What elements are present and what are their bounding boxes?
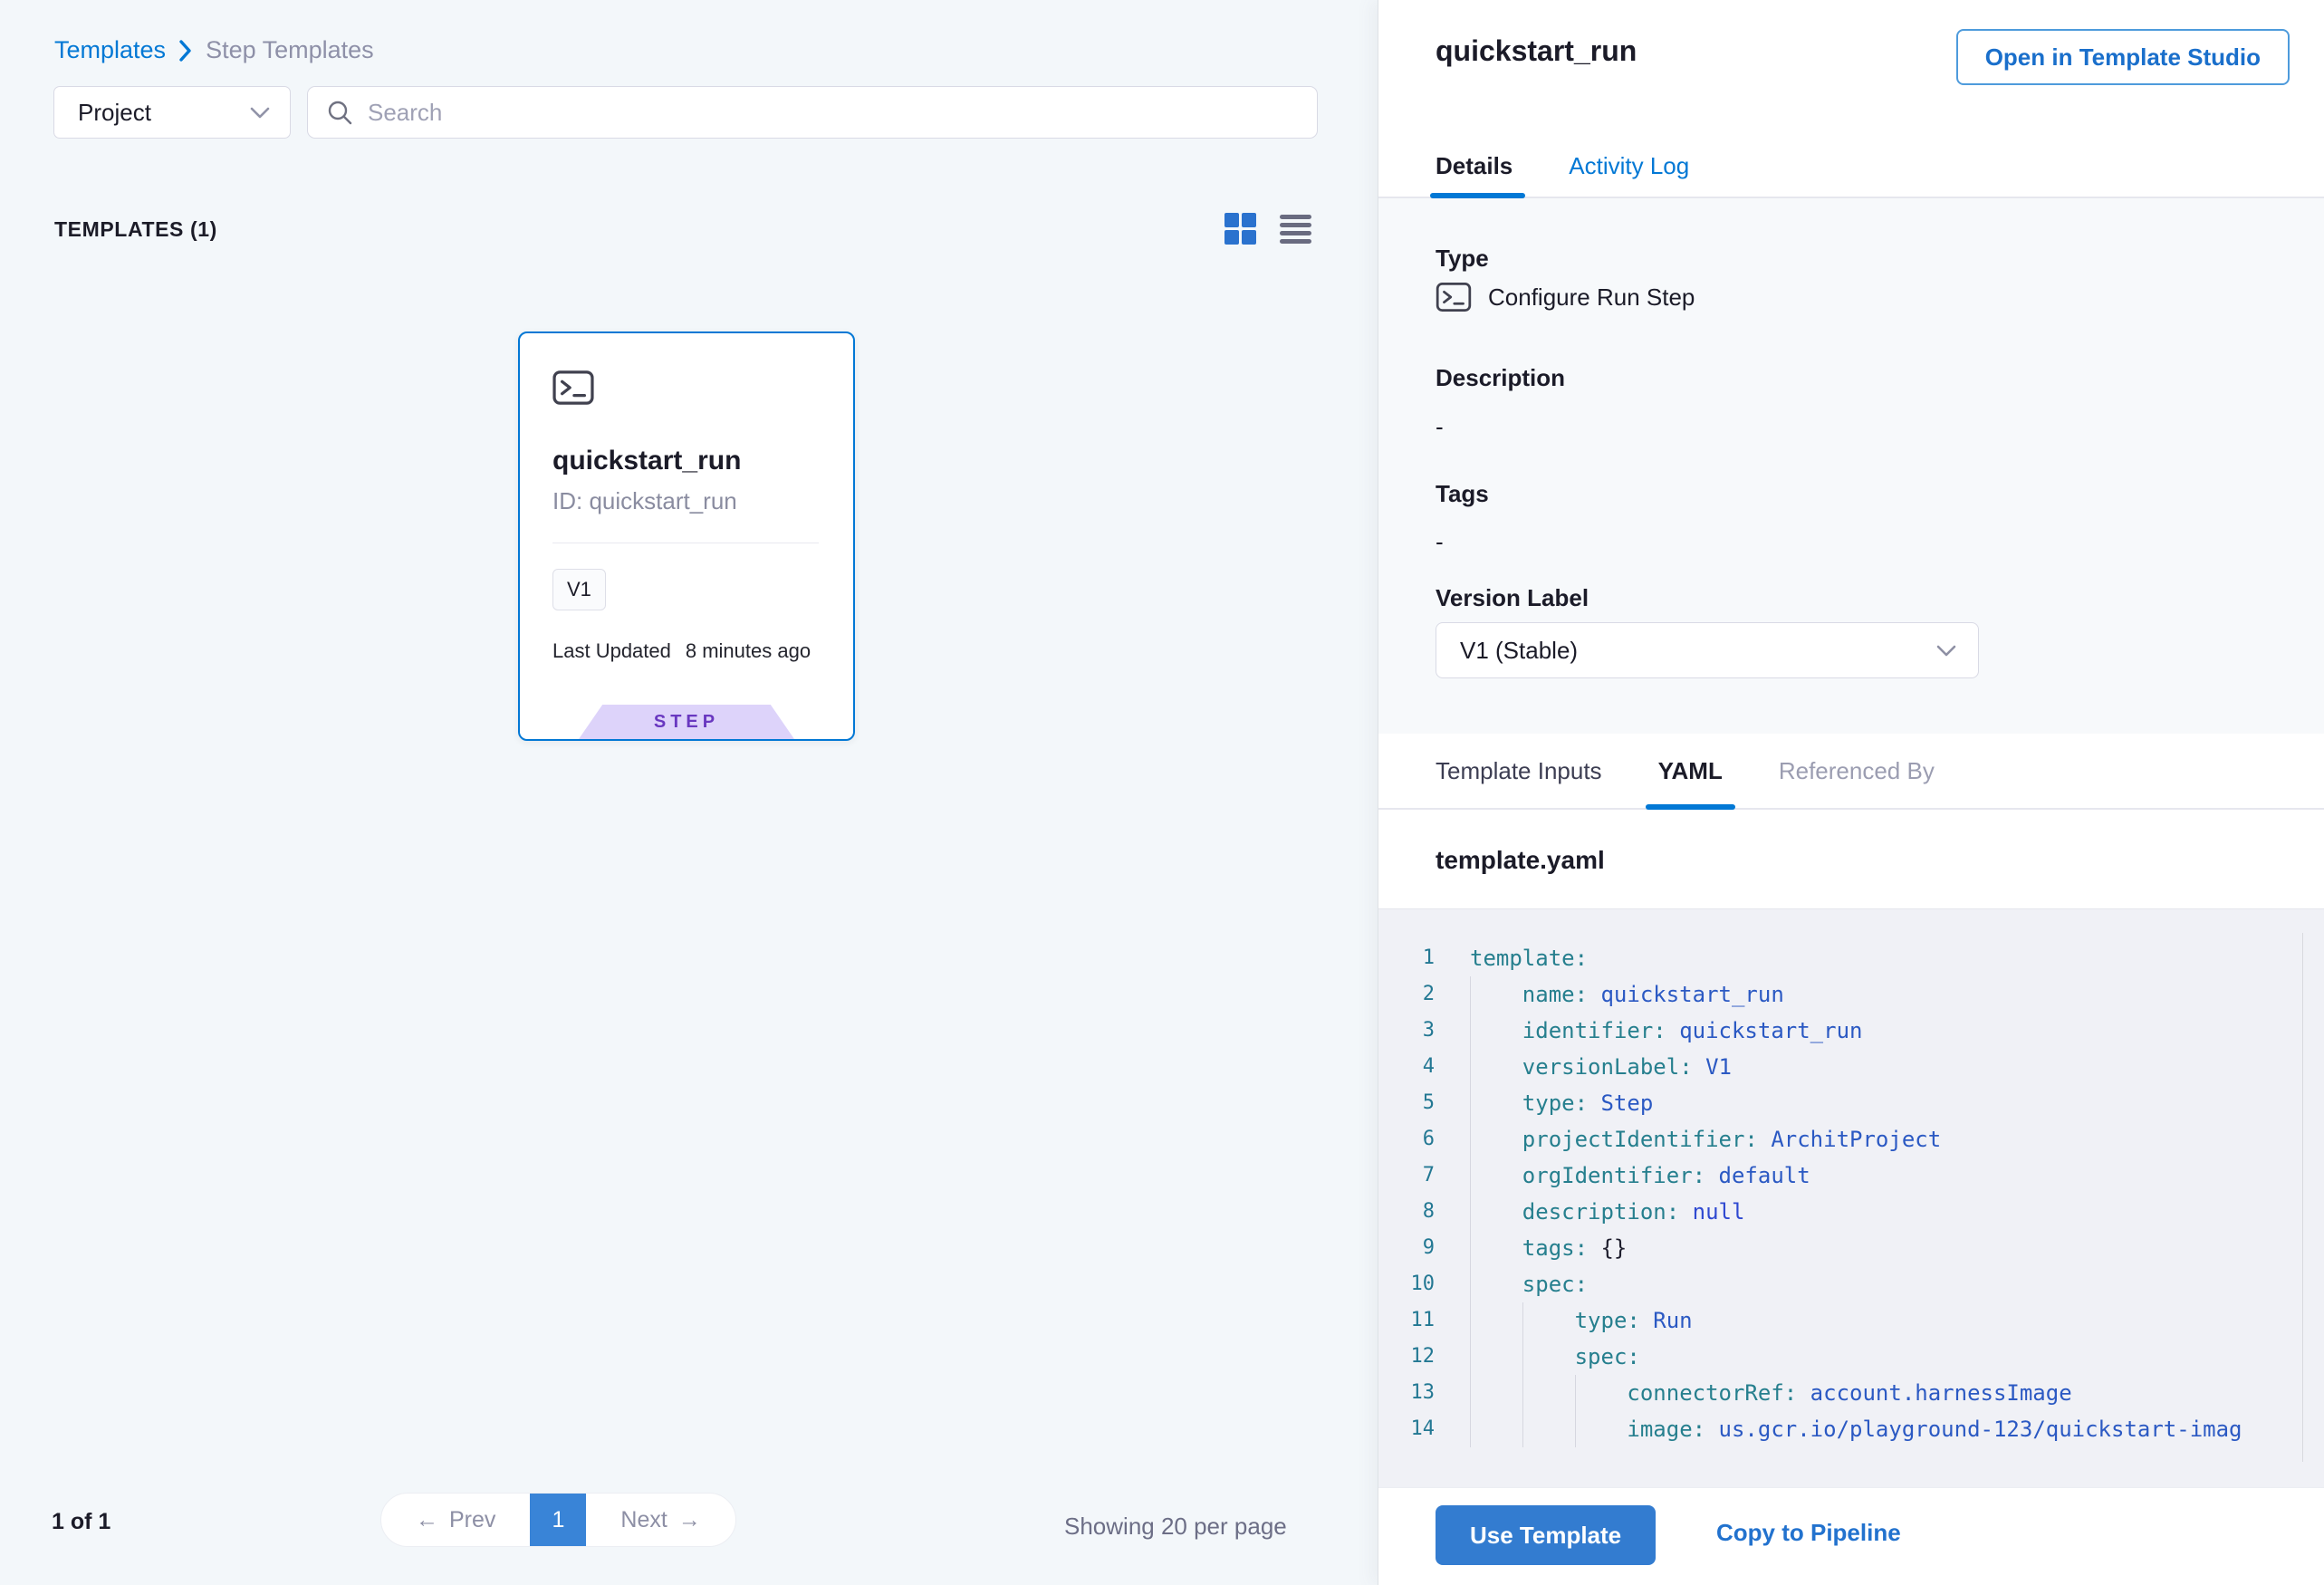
code-line: 2name:quickstart_run	[1378, 976, 2324, 1013]
list-view-icon[interactable]	[1279, 214, 1312, 244]
type-value: Configure Run Step	[1488, 283, 1695, 312]
last-updated-row: Last Updated 8 minutes ago	[552, 639, 819, 663]
code-line: 6projectIdentifier:ArchitProject	[1378, 1121, 2324, 1158]
yaml-code: 1template:2name:quickstart_run3identifie…	[1378, 940, 2324, 1447]
step-type-badge: STEP	[579, 705, 794, 739]
prev-page-button[interactable]: ← Prev	[381, 1494, 530, 1546]
code-line: 3identifier:quickstart_run	[1378, 1013, 2324, 1049]
grid-view-icon[interactable]	[1224, 212, 1257, 245]
search-box	[307, 86, 1318, 139]
version-dropdown-value: V1 (Stable)	[1460, 637, 1578, 665]
type-label: Type	[1436, 245, 1489, 273]
search-icon	[326, 99, 353, 126]
template-card-title: quickstart_run	[552, 446, 819, 476]
code-line: 14image:us.gcr.io/playground-123/quickst…	[1378, 1411, 2324, 1447]
next-label: Next	[620, 1507, 667, 1533]
template-card-id: ID: quickstart_run	[552, 487, 819, 515]
breadcrumb-current: Step Templates	[206, 36, 374, 64]
code-line: 12spec:	[1378, 1339, 2324, 1375]
description-label: Description	[1436, 364, 1565, 392]
code-line: 5type:Step	[1378, 1085, 2324, 1121]
last-updated-label: Last Updated	[552, 639, 671, 663]
chevron-down-icon	[1936, 645, 1956, 657]
breadcrumb-chevron-icon	[178, 39, 193, 62]
version-badge: V1	[552, 569, 606, 610]
code-line: 10spec:	[1378, 1266, 2324, 1302]
yaml-editor[interactable]: 1template:2name:quickstart_run3identifie…	[1378, 909, 2324, 1487]
code-line: 4versionLabel:V1	[1378, 1049, 2324, 1085]
code-line: 7orgIdentifier:default	[1378, 1158, 2324, 1194]
editor-scrollbar[interactable]	[2302, 933, 2303, 1462]
template-card[interactable]: quickstart_run ID: quickstart_run V1 Las…	[518, 331, 855, 741]
pagination: ← Prev 1 Next →	[380, 1493, 736, 1547]
result-count: 1 of 1	[52, 1509, 110, 1535]
arrow-right-icon: →	[678, 1507, 701, 1533]
templates-count-header: TEMPLATES (1)	[54, 217, 217, 242]
tags-label: Tags	[1436, 480, 1489, 508]
details-tabbar: Details Activity Log	[1378, 136, 2324, 198]
yaml-tabbar: Template Inputs YAML Referenced By	[1378, 734, 2324, 810]
use-template-button[interactable]: Use Template	[1436, 1505, 1656, 1565]
details-section: Type Configure Run Step Description - Ta…	[1378, 198, 2324, 734]
code-line: 13connectorRef:account.harnessImage	[1378, 1375, 2324, 1411]
per-page-summary: Showing 20 per page	[1064, 1513, 1287, 1541]
filter-row: Project	[53, 86, 1318, 139]
panel-action-bar: Use Template Copy to Pipeline	[1378, 1487, 2324, 1585]
tab-yaml[interactable]: YAML	[1658, 734, 1723, 808]
tab-referenced-by[interactable]: Referenced By	[1779, 734, 1935, 808]
panel-header: quickstart_run Open in Template Studio	[1378, 0, 2324, 136]
code-line: 8description:null	[1378, 1194, 2324, 1230]
code-line: 9tags:{}	[1378, 1230, 2324, 1266]
type-value-row: Configure Run Step	[1436, 282, 1695, 312]
last-updated-value: 8 minutes ago	[686, 639, 811, 663]
tab-activity-log[interactable]: Activity Log	[1569, 136, 1689, 197]
view-toggles	[1224, 212, 1312, 245]
arrow-left-icon: ←	[416, 1507, 438, 1533]
tab-details[interactable]: Details	[1436, 136, 1513, 197]
terminal-step-icon	[1436, 282, 1472, 312]
chevron-down-icon	[250, 107, 270, 119]
template-details-panel: quickstart_run Open in Template Studio D…	[1378, 0, 2324, 1585]
yaml-file-header: template.yaml	[1378, 810, 2324, 909]
yaml-file-name: template.yaml	[1436, 846, 1605, 875]
prev-label: Prev	[449, 1507, 495, 1533]
description-value: -	[1436, 413, 1444, 441]
scope-dropdown[interactable]: Project	[53, 86, 291, 139]
tab-template-inputs[interactable]: Template Inputs	[1436, 734, 1602, 808]
breadcrumb: Templates Step Templates	[54, 36, 374, 64]
templates-list-pane: Templates Step Templates Project TEMPLAT…	[0, 0, 1378, 1585]
next-page-button[interactable]: Next →	[586, 1494, 735, 1546]
panel-title: quickstart_run	[1436, 34, 1637, 68]
open-in-template-studio-button[interactable]: Open in Template Studio	[1956, 29, 2290, 85]
version-label: Version Label	[1436, 584, 1589, 612]
scope-dropdown-value: Project	[78, 99, 151, 127]
terminal-step-icon	[552, 370, 819, 406]
code-line: 11type:Run	[1378, 1302, 2324, 1339]
code-line: 1template:	[1378, 940, 2324, 976]
page-1-button[interactable]: 1	[530, 1494, 586, 1546]
copy-to-pipeline-link[interactable]: Copy to Pipeline	[1716, 1519, 1901, 1547]
tags-value: -	[1436, 528, 1444, 556]
breadcrumb-templates-link[interactable]: Templates	[54, 36, 166, 64]
search-input[interactable]	[368, 99, 1299, 127]
version-dropdown[interactable]: V1 (Stable)	[1436, 622, 1979, 678]
